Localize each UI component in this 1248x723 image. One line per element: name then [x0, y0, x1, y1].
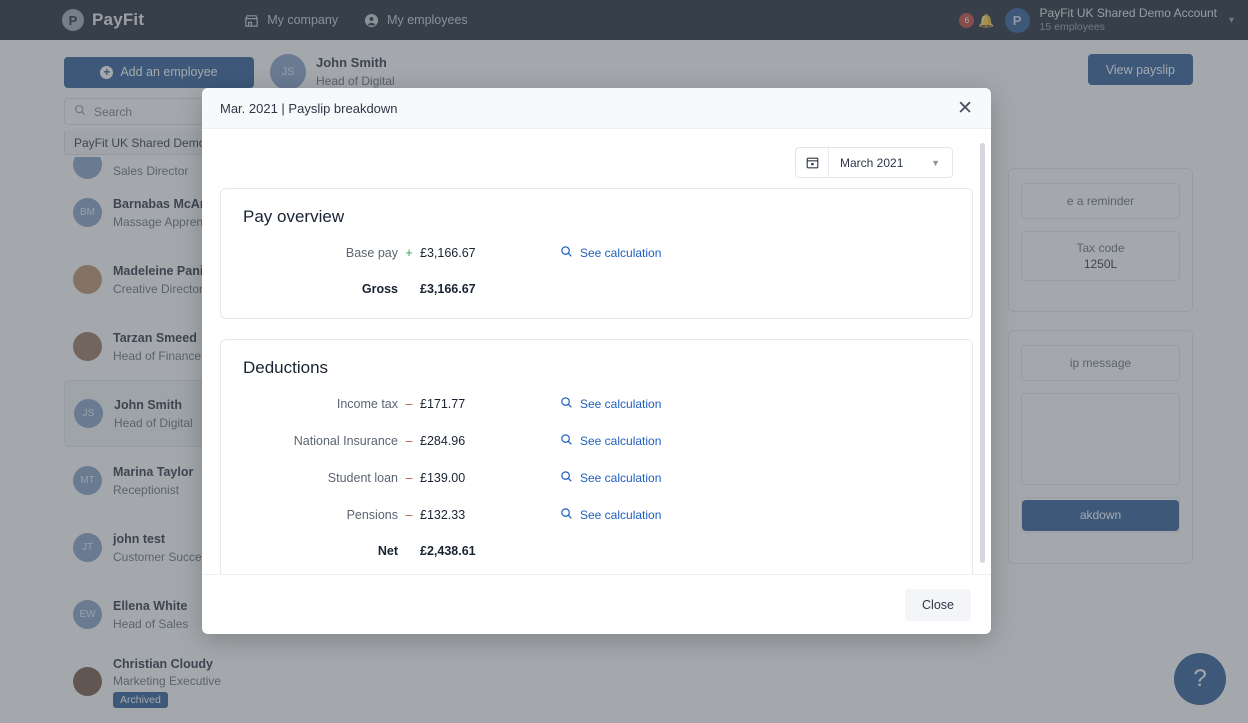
pay-row-amount: £132.33	[420, 508, 466, 522]
pay-row-amount: £3,166.67	[420, 282, 476, 296]
see-calculation-link[interactable]: See calculation	[560, 507, 661, 523]
payslip-breakdown-modal: Mar. 2021 | Payslip breakdown ✕ March 20…	[202, 88, 991, 634]
see-calculation-link[interactable]: See calculation	[560, 470, 661, 486]
magnifier-icon	[560, 396, 573, 412]
see-calculation-label: See calculation	[580, 246, 662, 260]
magnifier-icon	[560, 507, 573, 523]
see-calculation-label: See calculation	[580, 397, 662, 411]
pay-row-label: Income tax	[336, 397, 398, 411]
month-picker-value: March 2021	[840, 155, 904, 170]
pay-row-label: Base pay	[345, 246, 398, 260]
magnifier-icon	[560, 245, 573, 261]
pay-row-sign: –	[405, 508, 413, 522]
pay-row-label: Pensions	[346, 508, 398, 522]
pay-row: Pensions – £132.33 See calculation	[243, 507, 950, 523]
see-calculation-link[interactable]: See calculation	[560, 433, 661, 449]
month-picker[interactable]: March 2021 ▼	[795, 147, 953, 178]
pay-row: Gross £3,166.67	[243, 282, 950, 296]
pay-row-label: Student loan	[327, 471, 398, 485]
pay-row: Student loan – £139.00 See calculation	[243, 470, 950, 486]
modal-footer: Close	[202, 574, 991, 634]
pay-row: Net £2,438.61	[243, 544, 950, 558]
see-calculation-link[interactable]: See calculation	[560, 245, 661, 261]
pay-row-sign: –	[405, 434, 413, 448]
see-calculation-label: See calculation	[580, 508, 662, 522]
pay-row-sign: +	[405, 246, 413, 260]
see-calculation-label: See calculation	[580, 434, 662, 448]
see-calculation-label: See calculation	[580, 471, 662, 485]
pay-row-amount: £171.77	[420, 397, 466, 411]
pay-row-amount: £2,438.61	[420, 544, 476, 558]
see-calculation-link[interactable]: See calculation	[560, 396, 661, 412]
magnifier-icon	[560, 433, 573, 449]
modal-title: Mar. 2021 | Payslip breakdown	[220, 100, 398, 116]
magnifier-icon	[560, 470, 573, 486]
chevron-down-icon: ▼	[931, 157, 940, 168]
panel-title: Pay overview	[243, 207, 345, 226]
pay-row-amount: £3,166.67	[420, 246, 476, 260]
pay-row-label: Net	[377, 544, 398, 558]
breakdown-panel: Pay overview Base pay + £3,166.67 See calcul…	[220, 188, 973, 319]
pay-row: Income tax – £171.77 See calculation	[243, 396, 950, 412]
close-icon[interactable]: ✕	[957, 99, 973, 118]
modal-body: March 2021 ▼ Pay overview Base pay + £3,166…	[202, 129, 991, 574]
calendar-icon	[796, 148, 829, 177]
pay-row-label: National Insurance	[293, 434, 398, 448]
breakdown-panel: Deductions Income tax – £171.77 See calculat…	[220, 339, 973, 574]
pay-row-label: Gross	[361, 282, 398, 296]
payfit-app: P PayFit My company	[0, 0, 1248, 723]
panel-title: Deductions	[243, 358, 329, 377]
breakdown-sections: Pay overview Base pay + £3,166.67 See calcul…	[220, 188, 973, 574]
pay-row: National Insurance – £284.96 See calculatio…	[243, 433, 950, 449]
modal-header: Mar. 2021 | Payslip breakdown ✕	[202, 88, 991, 129]
pay-row: Base pay + £3,166.67 See calculation	[243, 245, 950, 261]
pay-row-amount: £284.96	[420, 434, 466, 448]
pay-row-sign: –	[405, 397, 413, 411]
pay-row-amount: £139.00	[420, 471, 466, 485]
date-row: March 2021 ▼	[220, 129, 973, 188]
modal-close-button[interactable]: Close	[905, 588, 971, 621]
modal-scrollbar[interactable]	[980, 143, 985, 563]
pay-row-sign: –	[405, 471, 413, 485]
